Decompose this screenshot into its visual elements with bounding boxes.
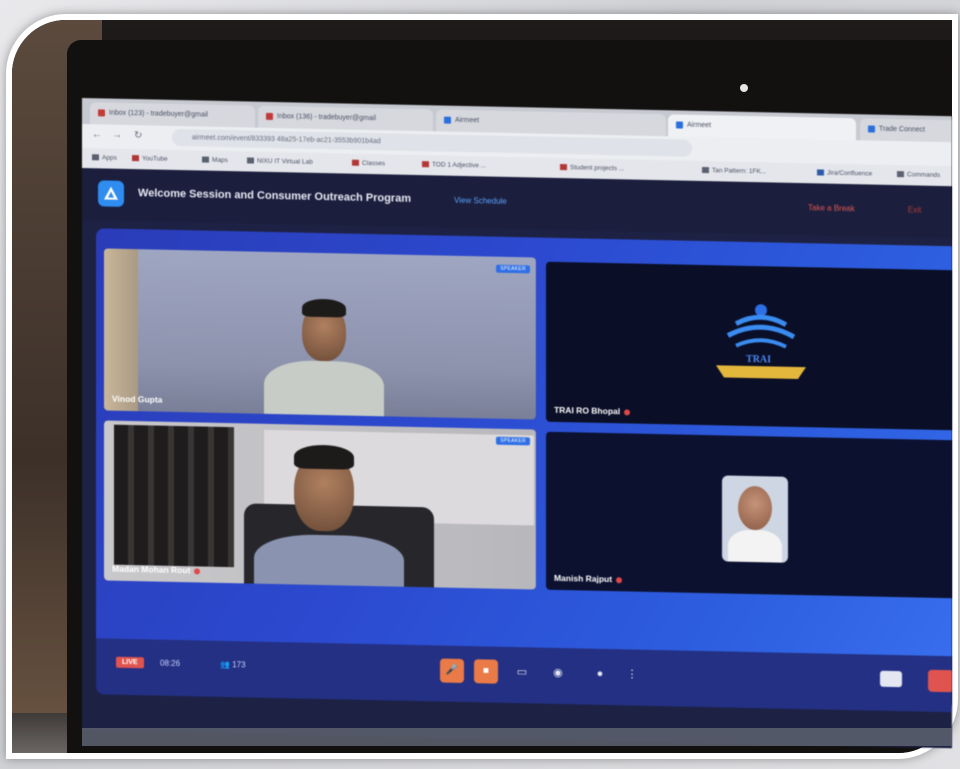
speaker-body [254,533,404,590]
speaker-hair [294,444,354,470]
camera-off-icon: ■ [482,665,490,677]
live-timer: 08:26 [160,658,181,669]
laptop-screen: Inbox (123) - tradebuyer@gmail Inbox (13… [82,98,952,749]
take-break-button[interactable]: Take a Break [808,203,855,213]
bookmark-item[interactable]: Apps [92,148,117,169]
mic-off-icon: 🎤 [445,664,459,676]
mic-button[interactable]: 🎤 [440,658,464,684]
chat-button[interactable] [880,670,902,688]
reload-icon[interactable]: ↻ [134,130,142,141]
emoji-icon: ◉ [553,666,563,680]
participant-name: Manish Rajput [554,573,623,584]
video-stage: SPEAKER Vinod Gupta TRAI TRAI RO Bhopal [96,228,952,707]
bookmark-item[interactable]: NIXU IT Virtual Lab [247,151,313,172]
event-title: Welcome Session and Consumer Outreach Pr… [138,187,412,205]
video-tile-speaker[interactable]: SPEAKER Vinod Gupta [104,248,536,420]
more-icon: ⋮ [626,668,638,681]
screen-share-button[interactable]: ▭ [510,660,534,685]
photo-background: Inbox (123) - tradebuyer@gmail Inbox (13… [0,0,960,769]
video-tile-speaker[interactable]: SPEAKER Madan Mohan Rout [104,420,536,590]
speaker-badge: SPEAKER [496,436,530,446]
speaker-body [264,359,384,420]
participant-name: Madan Mohan Rout [112,564,201,576]
live-badge: LIVE [116,656,144,669]
exit-button[interactable]: Exit [908,205,921,214]
bookmark-item[interactable]: Maps [202,151,228,172]
speaker-hair [302,298,346,318]
taskbar [82,728,952,746]
settings-button[interactable]: ● [588,662,612,687]
airmeet-logo-icon [98,180,124,207]
airmeet-icon [676,121,683,129]
people-icon: 👥 [220,659,233,670]
bookmark-item[interactable]: TOD 1 Adjective ... [422,155,486,176]
webcam-light [740,84,748,92]
gmail-icon [98,108,105,117]
view-schedule-link[interactable]: View Schedule [454,196,507,206]
bookmark-item[interactable]: YouTube [132,149,168,170]
mic-muted-icon [616,576,623,584]
bookmark-item[interactable]: Student projects ... [560,158,624,179]
more-options-button[interactable]: ⋮ [620,662,644,687]
bookmark-item[interactable]: Tan Pattern: 1FK... [702,161,766,182]
browser-tab[interactable]: Trade Connect [860,118,952,143]
participant-name: Vinod Gupta [112,393,163,405]
gmail-icon [266,112,273,120]
trai-logo-icon [716,304,806,379]
gear-icon: ● [596,667,604,680]
site-icon [868,125,875,133]
mic-muted-icon [194,568,201,575]
bookmark-item[interactable]: Jira/Confluence [817,163,872,184]
reactions-button[interactable]: ◉ [546,661,570,686]
camera-button[interactable]: ■ [474,659,498,684]
back-icon[interactable]: ← [92,129,102,140]
leave-button[interactable] [928,669,952,693]
speaker-badge: SPEAKER [496,264,530,274]
viewer-count: 👥 173 [220,659,246,670]
avatar [722,475,788,563]
logo-text: TRAI [746,353,772,366]
video-background-door [104,248,138,412]
mic-muted-icon [624,409,631,416]
airmeet-icon [444,116,451,124]
participant-name: TRAI RO Bhopal [554,405,631,417]
bookmark-item[interactable]: Commands [897,165,940,186]
forward-icon[interactable]: → [112,130,122,141]
video-background-curtains [114,424,234,568]
video-tile-logo[interactable]: TRAI TRAI RO Bhopal [546,261,952,431]
screen-share-icon: ▭ [516,666,528,679]
video-tile-avatar[interactable]: Manish Rajput [546,431,952,599]
bookmark-item[interactable]: Classes [352,154,385,175]
